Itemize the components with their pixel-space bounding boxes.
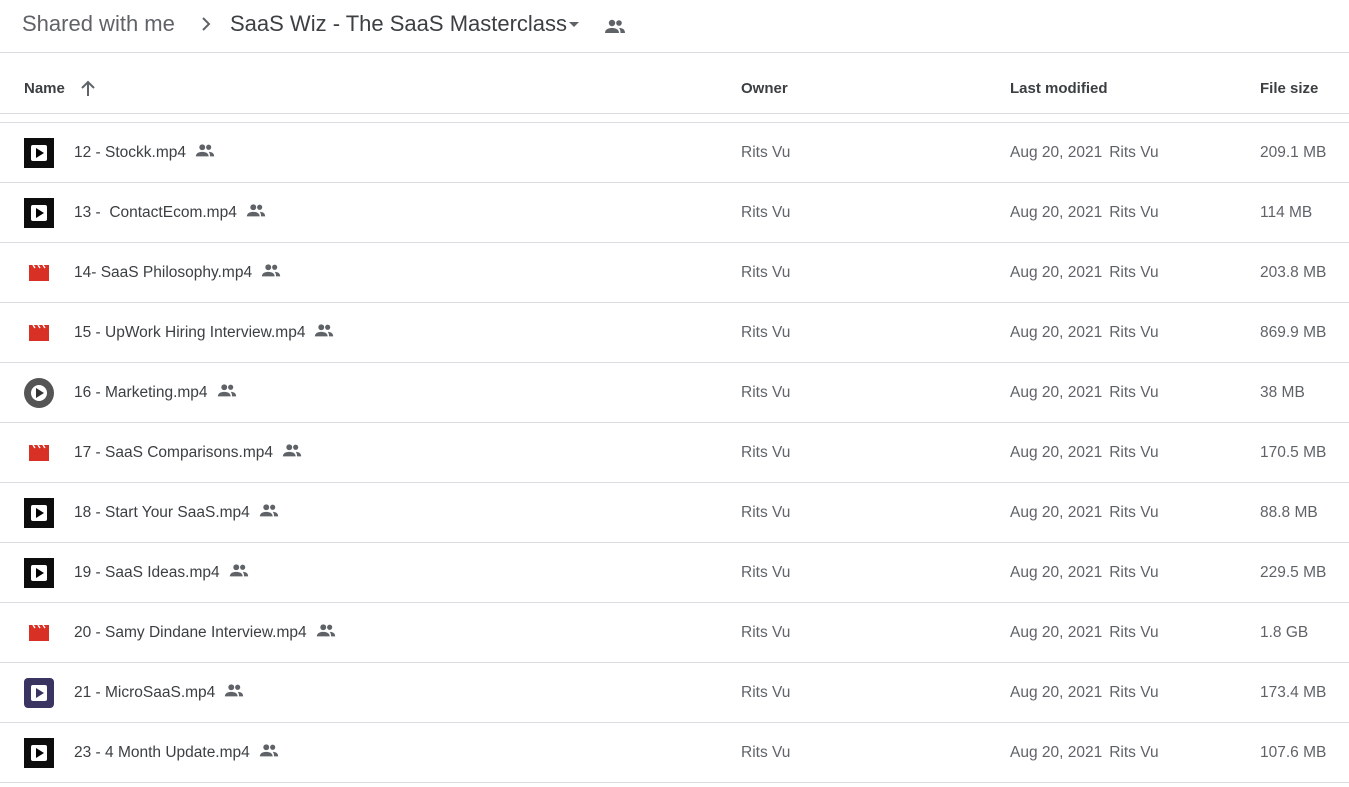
shared-people-icon (281, 427, 303, 457)
file-name: 16 - Marketing.mp4 (74, 363, 238, 423)
file-size: 209.1 MB (1260, 144, 1327, 161)
shared-people-icon (315, 607, 337, 637)
shared-people-icon (223, 667, 245, 697)
file-name: 15 - UpWork Hiring Interview.mp4 (74, 303, 335, 363)
shared-people-icon (603, 14, 627, 38)
file-name: 17 - SaaS Comparisons.mp4 (74, 423, 303, 483)
video-thumbnail-icon (24, 378, 54, 408)
file-size: 203.8 MB (1260, 264, 1327, 281)
shared-people-icon (194, 127, 216, 157)
chevron-right-icon (196, 12, 216, 36)
file-owner: Rits Vu (741, 564, 791, 581)
file-row[interactable]: 12 - Stockk.mp4 Rits Vu Aug 20, 2021 Rits… (0, 123, 1349, 183)
file-size: 88.8 MB (1260, 504, 1318, 521)
video-file-icon (24, 618, 54, 648)
file-row[interactable]: 21 - MicroSaaS.mp4 Rits Vu Aug 20, 2021 R… (0, 663, 1349, 723)
file-owner: Rits Vu (741, 444, 791, 461)
file-owner: Rits Vu (741, 264, 791, 281)
file-row[interactable]: 19 - SaaS Ideas.mp4 Rits Vu Aug 20, 2021… (0, 543, 1349, 603)
file-row[interactable]: 17 - SaaS Comparisons.mp4 Rits Vu Aug 20… (0, 423, 1349, 483)
file-size: 1.8 GB (1260, 624, 1309, 641)
shared-people-icon (228, 547, 250, 577)
file-size: 38 MB (1260, 384, 1305, 401)
file-last-modified: Aug 20, 2021 Rits Vu (1010, 744, 1159, 761)
file-owner: Rits Vu (741, 324, 791, 341)
shared-people-icon (216, 367, 238, 397)
file-name: 14- SaaS Philosophy.mp4 (74, 243, 282, 303)
file-row[interactable]: 20 - Samy Dindane Interview.mp4 Rits Vu … (0, 603, 1349, 663)
video-thumbnail-icon (24, 738, 54, 768)
column-header-owner[interactable]: Owner (741, 54, 788, 124)
file-last-modified: Aug 20, 2021 Rits Vu (1010, 624, 1159, 641)
video-file-icon (24, 438, 54, 468)
file-last-modified: Aug 20, 2021 Rits Vu (1010, 144, 1159, 161)
video-file-icon (24, 258, 54, 288)
video-thumbnail-icon (24, 558, 54, 588)
caret-down-icon[interactable] (564, 14, 584, 34)
arrow-up-icon[interactable] (78, 79, 98, 99)
file-size: 869.9 MB (1260, 324, 1327, 341)
video-thumbnail-icon (24, 498, 54, 528)
file-name: 21 - MicroSaaS.mp4 (74, 663, 245, 723)
file-owner: Rits Vu (741, 384, 791, 401)
file-name: 23 - 4 Month Update.mp4 (74, 723, 280, 783)
file-row[interactable]: 14- SaaS Philosophy.mp4 Rits Vu Aug 20, … (0, 243, 1349, 303)
file-last-modified: Aug 20, 2021 Rits Vu (1010, 324, 1159, 341)
file-size: 170.5 MB (1260, 444, 1327, 461)
file-last-modified: Aug 20, 2021 Rits Vu (1010, 564, 1159, 581)
file-owner: Rits Vu (741, 684, 791, 701)
file-name: 12 - Stockk.mp4 (74, 123, 216, 183)
shared-people-icon (313, 307, 335, 337)
column-header-file-size[interactable]: File size (1260, 54, 1318, 124)
file-owner: Rits Vu (741, 144, 791, 161)
file-row[interactable]: 23 - 4 Month Update.mp4 Rits Vu Aug 20, … (0, 723, 1349, 783)
file-last-modified: Aug 20, 2021 Rits Vu (1010, 384, 1159, 401)
column-header-name[interactable]: Name (24, 54, 65, 124)
shared-people-icon (258, 727, 280, 757)
file-row[interactable]: 18 - Start Your SaaS.mp4 Rits Vu Aug 20,… (0, 483, 1349, 543)
file-row[interactable]: 15 - UpWork Hiring Interview.mp4 Rits Vu… (0, 303, 1349, 363)
file-row[interactable]: 16 - Marketing.mp4 Rits Vu Aug 20, 2021 R… (0, 363, 1349, 423)
shared-people-icon (245, 187, 267, 217)
file-last-modified: Aug 20, 2021 Rits Vu (1010, 504, 1159, 521)
breadcrumb-current-folder[interactable]: SaaS Wiz - The SaaS Masterclass (230, 10, 567, 38)
file-name: 18 - Start Your SaaS.mp4 (74, 483, 280, 543)
file-last-modified: Aug 20, 2021 Rits Vu (1010, 444, 1159, 461)
file-size: 173.4 MB (1260, 684, 1327, 701)
file-list: 12 - Stockk.mp4 Rits Vu Aug 20, 2021 Rits… (0, 122, 1349, 783)
file-name: 19 - SaaS Ideas.mp4 (74, 543, 250, 603)
file-owner: Rits Vu (741, 504, 791, 521)
file-size: 107.6 MB (1260, 744, 1327, 761)
file-row[interactable]: 13 - ContactEcom.mp4 Rits Vu Aug 20, 202… (0, 183, 1349, 243)
file-name: 13 - ContactEcom.mp4 (74, 183, 267, 243)
video-file-icon (24, 318, 54, 348)
file-last-modified: Aug 20, 2021 Rits Vu (1010, 264, 1159, 281)
shared-people-icon (260, 247, 282, 277)
file-owner: Rits Vu (741, 204, 791, 221)
file-name: 20 - Samy Dindane Interview.mp4 (74, 603, 337, 663)
video-thumbnail-icon (24, 678, 54, 708)
column-header-row: Name Owner Last modified File size (0, 54, 1349, 114)
column-header-last-modified[interactable]: Last modified (1010, 54, 1108, 124)
file-last-modified: Aug 20, 2021 Rits Vu (1010, 204, 1159, 221)
breadcrumb-shared-with-me[interactable]: Shared with me (22, 10, 175, 38)
shared-people-icon (258, 487, 280, 517)
file-owner: Rits Vu (741, 744, 791, 761)
file-size: 114 MB (1260, 204, 1313, 221)
file-size: 229.5 MB (1260, 564, 1327, 581)
video-thumbnail-icon (24, 138, 54, 168)
file-owner: Rits Vu (741, 624, 791, 641)
video-thumbnail-icon (24, 198, 54, 228)
breadcrumb: Shared with me SaaS Wiz - The SaaS Maste… (0, 0, 1349, 53)
file-last-modified: Aug 20, 2021 Rits Vu (1010, 684, 1159, 701)
